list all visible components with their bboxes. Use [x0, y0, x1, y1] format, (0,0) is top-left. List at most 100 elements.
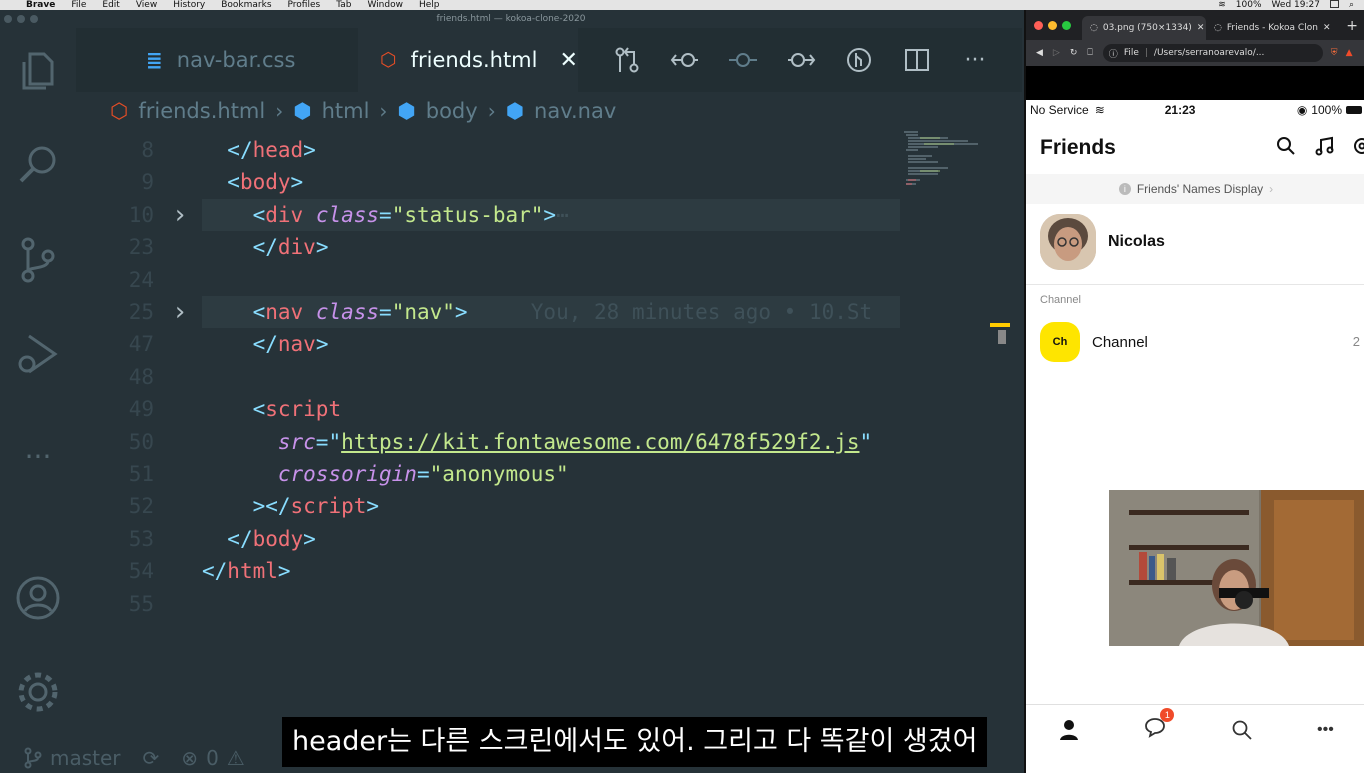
code-text: </html> — [202, 559, 291, 584]
line-number: 55 — [128, 591, 154, 616]
menu-bookmarks[interactable]: Bookmarks — [213, 0, 279, 10]
code-line[interactable]: 24 — [76, 264, 1022, 296]
accounts-icon[interactable] — [14, 574, 62, 622]
back-icon[interactable]: ◀ — [1036, 48, 1043, 58]
line-number: 54 — [128, 559, 154, 584]
minimap[interactable] — [900, 128, 990, 198]
menu-edit[interactable]: Edit — [94, 0, 127, 10]
more-icon[interactable]: ••• — [1317, 721, 1334, 739]
problems-indicator[interactable]: ⊗ 0 ⚠ — [181, 746, 244, 770]
window-zoom-button[interactable] — [1062, 21, 1071, 30]
code-line[interactable]: 25 › <nav class="nav"> You, 28 minutes ag… — [76, 296, 1022, 328]
battery-percent[interactable]: 100% — [1236, 0, 1262, 10]
code-line[interactable]: 50 src="https://kit.fontawesome.com/6478… — [76, 426, 1022, 458]
code-line[interactable]: 53 </body> — [76, 523, 1022, 555]
user-icon[interactable] — [1058, 719, 1080, 741]
unread-badge: 1 — [1160, 708, 1175, 722]
code-line[interactable]: 10 › <div class="status-bar">⋯ — [76, 198, 1022, 231]
menu-help[interactable]: Help — [411, 0, 448, 10]
code-line[interactable]: 9 <body> — [76, 166, 1022, 198]
code-line[interactable]: 47 </nav> — [76, 328, 1022, 360]
music-icon[interactable] — [1314, 136, 1334, 156]
code-line[interactable]: 48 — [76, 361, 1022, 393]
breadcrumb-html[interactable]: html — [322, 99, 370, 123]
code-line[interactable]: 23 </div> — [76, 231, 1022, 263]
split-editor-icon[interactable] — [900, 44, 934, 76]
scrollbar-thumb[interactable] — [998, 330, 1006, 344]
warning-icon: ⚠ — [226, 746, 245, 770]
menu-history[interactable]: History — [165, 0, 213, 10]
code-text: ></script> — [252, 494, 380, 519]
code-text: </nav> — [252, 332, 329, 357]
line-number: 9 — [141, 170, 154, 195]
search-icon[interactable] — [1231, 719, 1253, 741]
code-text: </head> — [227, 138, 316, 162]
open-changes-icon[interactable] — [610, 44, 644, 76]
code-line[interactable]: 52 ></script> — [76, 490, 1022, 522]
new-tab-icon[interactable]: + — [1346, 18, 1358, 34]
menu-tab[interactable]: Tab — [328, 0, 359, 10]
input-source-icon[interactable] — [1329, 0, 1339, 8]
fold-chevron-icon[interactable]: › — [172, 296, 188, 328]
code-line[interactable]: 55 — [76, 588, 1022, 620]
wifi-icon[interactable]: ≋ — [1218, 0, 1226, 10]
browser-tab-image[interactable]: ◌ 03.png (750×1334) ✕ — [1082, 16, 1206, 40]
menu-file[interactable]: File — [63, 0, 94, 10]
settings-gear-icon[interactable] — [1352, 136, 1364, 156]
next-change-icon[interactable] — [784, 44, 818, 76]
more-actions-icon[interactable]: ··· — [958, 44, 992, 76]
line-number: 52 — [128, 494, 154, 519]
fold-chevron-icon[interactable]: › — [172, 199, 188, 231]
phone-time: 21:23 — [1164, 103, 1196, 117]
breadcrumb-file[interactable]: friends.html — [138, 99, 265, 123]
spotlight-icon[interactable]: ⌕ — [1349, 0, 1354, 10]
source-control-icon[interactable] — [14, 236, 62, 284]
reload-icon[interactable]: ↻ — [1070, 48, 1078, 58]
close-icon[interactable]: ✕ — [1197, 23, 1205, 33]
sync-icon[interactable]: ⟳ — [143, 746, 160, 770]
browser-tab-friends[interactable]: ◌ Friends - Kokoa Clon ✕ — [1206, 16, 1330, 40]
menu-window[interactable]: Window — [359, 0, 411, 10]
chat-tab[interactable]: 1 — [1144, 708, 1175, 743]
window-controls[interactable] — [4, 15, 38, 23]
close-icon[interactable]: ✕ — [1323, 23, 1330, 33]
webcam-image — [1109, 490, 1364, 646]
brave-rewards-icon[interactable]: ▲ — [1346, 48, 1353, 58]
menu-app-name[interactable]: Brave — [18, 0, 63, 10]
friends-names-notice[interactable]: i Friends' Names Display › — [1026, 174, 1364, 204]
commit-icon[interactable] — [726, 44, 760, 76]
channel-row[interactable]: Ch Channel — [1040, 322, 1148, 362]
code-line[interactable]: 49 <script — [76, 393, 1022, 425]
code-line[interactable]: 54 </html> — [76, 555, 1022, 587]
settings-gear-icon[interactable] — [14, 668, 62, 716]
my-profile[interactable]: Nicolas — [1040, 214, 1165, 270]
cube-icon: ⬢ — [397, 99, 416, 123]
search-icon[interactable] — [1276, 136, 1296, 156]
previous-change-icon[interactable] — [668, 44, 702, 76]
more-views-icon[interactable]: ··· — [14, 432, 62, 480]
close-icon[interactable]: ✕ — [559, 48, 577, 73]
tab-nav-bar-css[interactable]: ≣ nav-bar.css — [146, 28, 295, 92]
breadcrumb-body[interactable]: body — [426, 99, 478, 123]
address-bar[interactable]: ⓘ File | /Users/serranoarevalo/... — [1102, 44, 1323, 62]
menu-profiles[interactable]: Profiles — [280, 0, 329, 10]
breadcrumb-nav[interactable]: nav.nav — [534, 99, 616, 123]
tab-friends-html[interactable]: ⬡ friends.html ✕ — [358, 28, 578, 92]
code-line[interactable]: 51 crossorigin="anonymous" — [76, 458, 1022, 490]
explorer-files-icon[interactable] — [14, 48, 62, 96]
line-number: 50 — [128, 429, 154, 454]
chevron-right-icon: › — [275, 99, 284, 123]
code-line[interactable]: 8 </head> — [76, 134, 1022, 166]
forward-icon[interactable]: ▷ — [1053, 48, 1060, 58]
menubar-clock[interactable]: Wed 19:27 — [1272, 0, 1320, 10]
menu-view[interactable]: View — [128, 0, 165, 10]
run-debug-icon[interactable] — [14, 330, 62, 378]
window-minimize-button[interactable] — [1048, 21, 1057, 30]
search-icon[interactable] — [14, 140, 62, 188]
brave-shield-icon[interactable]: ⛨ — [1331, 48, 1338, 58]
branch-indicator[interactable]: master — [24, 746, 121, 770]
gitlens-icon[interactable] — [842, 44, 876, 76]
bookmark-icon[interactable]: ⎕ — [1087, 48, 1092, 58]
code-editor[interactable]: 8 </head> 9 <body> 10 › <div class="status-… — [76, 134, 1022, 734]
window-close-button[interactable] — [1034, 21, 1043, 30]
